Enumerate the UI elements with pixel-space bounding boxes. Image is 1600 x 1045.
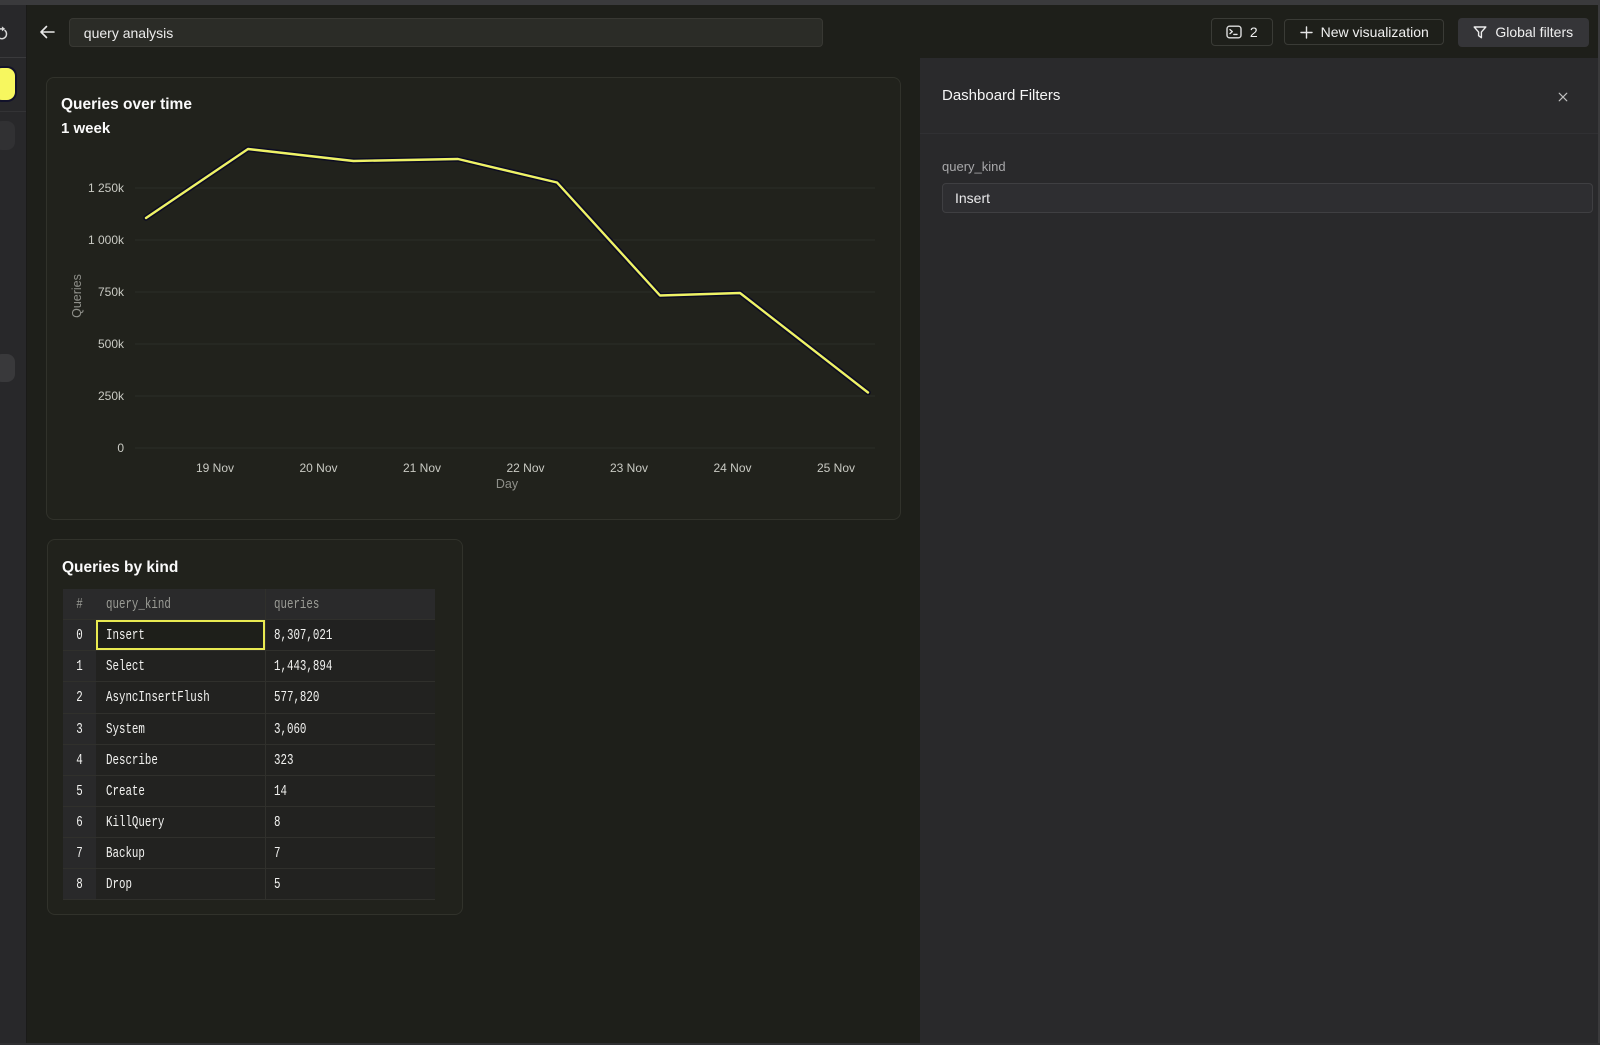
svg-text:25 Nov: 25 Nov: [817, 461, 855, 475]
svg-text:23 Nov: 23 Nov: [610, 461, 648, 475]
svg-text:500k: 500k: [98, 337, 125, 351]
svg-text:1 000k: 1 000k: [88, 233, 125, 247]
svg-text:Day: Day: [496, 477, 519, 491]
svg-text:19 Nov: 19 Nov: [196, 461, 234, 475]
svg-text:20 Nov: 20 Nov: [299, 461, 337, 475]
svg-text:1 250k: 1 250k: [88, 181, 125, 195]
svg-text:250k: 250k: [98, 389, 125, 403]
svg-text:750k: 750k: [98, 285, 125, 299]
svg-text:24 Nov: 24 Nov: [713, 461, 751, 475]
svg-text:22 Nov: 22 Nov: [506, 461, 544, 475]
svg-text:21 Nov: 21 Nov: [403, 461, 441, 475]
svg-text:Queries: Queries: [70, 274, 84, 318]
svg-text:0: 0: [117, 441, 124, 455]
